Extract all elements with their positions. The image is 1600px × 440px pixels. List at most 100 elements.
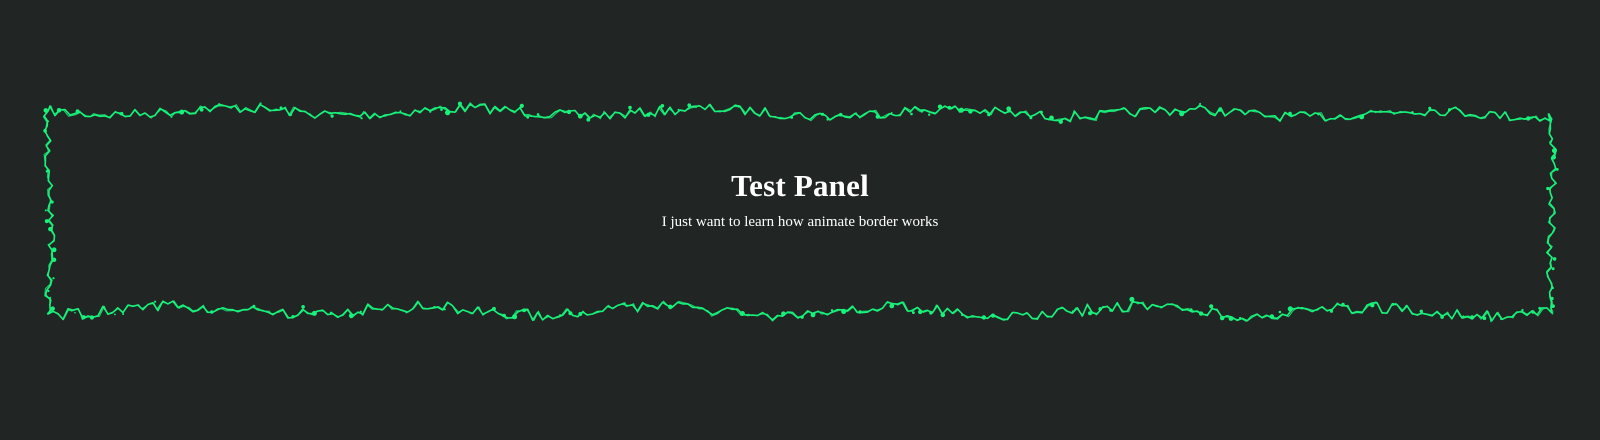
border-speck (1199, 102, 1202, 105)
border-speck (417, 110, 420, 112)
border-speck (1428, 106, 1432, 110)
border-speck (290, 113, 293, 116)
border-speck (628, 105, 632, 110)
border-speck (469, 103, 472, 106)
border-speck (119, 111, 124, 116)
border-speck (50, 306, 55, 311)
border-speck (586, 117, 591, 122)
border-speck (440, 108, 443, 111)
border-speck (89, 315, 94, 320)
border-speck (568, 311, 573, 316)
border-speck (1228, 316, 1234, 321)
panel-title: Test Panel (731, 168, 869, 203)
border-speck (1058, 119, 1063, 124)
border-speck (920, 109, 924, 113)
border-speck (329, 311, 333, 315)
border-speck (578, 312, 583, 316)
border-speck (526, 115, 530, 119)
border-speck (890, 112, 893, 114)
border-speck (889, 303, 895, 309)
border-speck (492, 306, 496, 311)
border-speck (1550, 296, 1554, 301)
border-speck (457, 101, 462, 106)
border-speck (1329, 309, 1334, 313)
border-speck (810, 312, 816, 318)
border-speck (1381, 311, 1384, 314)
border-speck (179, 109, 185, 115)
border-speck (1482, 316, 1487, 320)
border-speck (1278, 310, 1282, 314)
border-speck (1179, 111, 1185, 117)
border-speck (1419, 309, 1424, 313)
border-speck (646, 112, 651, 117)
border-speck (1551, 286, 1554, 290)
border-speck (1129, 296, 1135, 302)
border-speck (1219, 315, 1225, 321)
border-speck (522, 308, 527, 313)
border-speck (360, 117, 363, 120)
border-speck (668, 304, 673, 310)
border-speck (918, 309, 923, 315)
border-speck (74, 311, 76, 314)
border-speck (259, 102, 262, 105)
border-speck (170, 115, 173, 118)
border-speck (937, 104, 943, 109)
border-speck (52, 277, 55, 280)
border-speck (279, 106, 283, 110)
border-speck (1551, 304, 1555, 308)
border-speck (1370, 303, 1375, 308)
border-speck (781, 311, 786, 316)
border-speck (577, 113, 583, 119)
border-speck (566, 109, 572, 115)
border-speck (929, 311, 933, 315)
border-speck (875, 114, 880, 119)
border-speck (1040, 110, 1043, 114)
border-speck (1088, 311, 1092, 316)
border-speck (800, 315, 804, 319)
border-speck (291, 315, 295, 319)
border-speck (1287, 306, 1293, 312)
border-speck (990, 313, 996, 318)
border-speck (218, 103, 220, 106)
border-speck (1538, 306, 1542, 310)
border-speck (1189, 308, 1193, 312)
border-speck (51, 257, 57, 262)
border-speck (968, 109, 973, 114)
border-speck (1551, 267, 1555, 271)
border-speck (1462, 315, 1465, 318)
border-speck (301, 305, 305, 309)
border-speck (830, 309, 834, 312)
border-speck (252, 304, 256, 308)
border-speck (1526, 116, 1531, 121)
border-speck (56, 108, 62, 113)
border-speck (1288, 111, 1292, 116)
border-speck (1339, 114, 1343, 117)
border-speck (623, 302, 626, 305)
border-speck (1098, 307, 1102, 311)
border-speck (790, 116, 794, 119)
border-speck (43, 128, 47, 133)
border-speck (1209, 304, 1214, 309)
border-speck (1391, 302, 1395, 306)
border-speck (154, 300, 157, 303)
border-speck (958, 107, 964, 113)
border-speck (1469, 315, 1475, 320)
border-speck (910, 112, 913, 116)
border-speck (1411, 111, 1414, 114)
border-speck (1440, 315, 1444, 319)
border-speck (1552, 257, 1557, 261)
border-speck (677, 108, 680, 111)
border-speck (1551, 155, 1556, 160)
border-speck (1359, 114, 1365, 120)
border-speck (826, 118, 829, 121)
border-speck (512, 314, 518, 320)
border-speck (987, 112, 991, 117)
panel-content: Test Panel I just want to learn how anim… (46, 166, 1554, 232)
border-speck (1181, 308, 1184, 311)
border-speck (1551, 148, 1557, 154)
border-speck (502, 313, 506, 318)
border-speck (47, 289, 50, 293)
border-speck (199, 107, 204, 112)
border-speck (311, 310, 317, 316)
border-speck (1006, 106, 1012, 112)
